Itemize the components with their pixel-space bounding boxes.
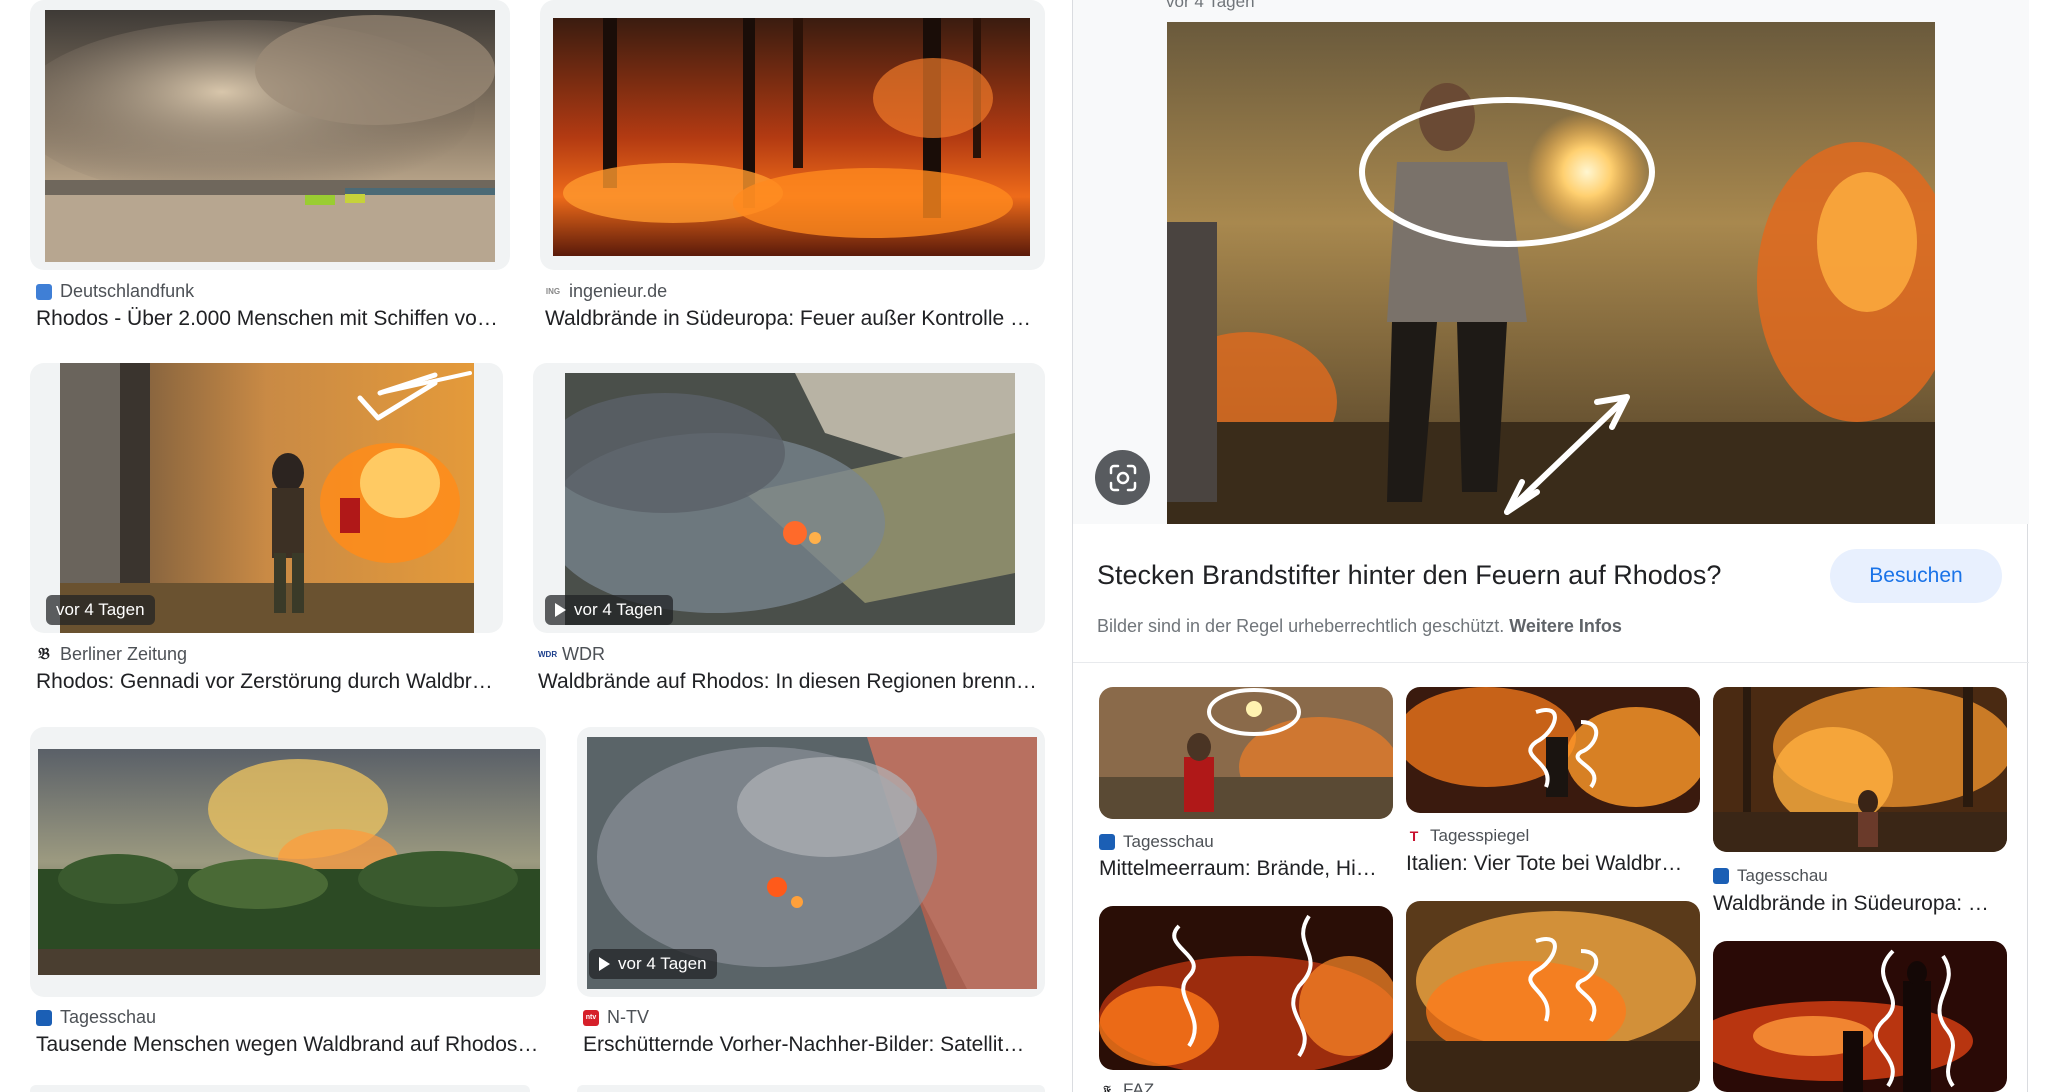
result-image-2[interactable] <box>553 18 1030 256</box>
result-card-6[interactable]: vor 4 Tagen <box>577 727 1045 997</box>
tagesschau-icon <box>1099 834 1115 850</box>
result-caption-6[interactable]: Erschütternde Vorher-Nachher-Bilder: Sat… <box>583 1033 1043 1057</box>
result-source-1[interactable]: Deutschlandfunk <box>36 281 194 302</box>
result-source-6[interactable]: ntv N-TV <box>583 1007 649 1028</box>
result-source-5[interactable]: Tagesschau <box>36 1007 156 1028</box>
result-source-4[interactable]: WDR WDR <box>538 644 605 665</box>
tagesschau-icon <box>36 1009 52 1026</box>
result-card-5[interactable] <box>30 727 546 997</box>
result-caption-4[interactable]: Waldbrände auf Rhodos: In diesen Regione… <box>538 670 1038 694</box>
tagesspiegel-icon: T <box>1406 828 1422 844</box>
related-image-4[interactable] <box>1099 906 1393 1070</box>
related-source-3[interactable]: Tagesschau <box>1713 866 1828 886</box>
deutschlandfunk-icon <box>36 283 52 300</box>
preview-date: vor 4 Tagen <box>1166 0 1255 11</box>
result-image-5[interactable] <box>38 749 540 975</box>
berliner-zeitung-icon: 𝔅 <box>36 646 52 663</box>
related-image-6[interactable] <box>1713 941 2007 1092</box>
result-source-3[interactable]: 𝔅 Berliner Zeitung <box>36 644 187 665</box>
ntv-icon: ntv <box>583 1009 599 1026</box>
result-card-1[interactable] <box>30 0 510 270</box>
result-caption-3[interactable]: Rhodos: Gennadi vor Zerstörung durch Wal… <box>36 670 506 694</box>
result-image-4[interactable] <box>565 373 1015 625</box>
result-caption-2[interactable]: Waldbrände in Südeuropa: Feuer außer Kon… <box>545 307 1035 331</box>
video-badge: vor 4 Tagen <box>589 949 717 979</box>
result-card-3[interactable]: vor 4 Tagen <box>30 363 503 633</box>
related-caption-2[interactable]: Italien: Vier Tote bei Waldbr… <box>1406 852 1700 876</box>
result-source-2[interactable]: ING ingenieur.de <box>545 281 667 302</box>
copyright-notice: Bilder sind in der Regel urheberrechtlic… <box>1097 616 1622 636</box>
more-info-link[interactable]: Weitere Infos <box>1509 616 1622 636</box>
window-edge <box>2030 0 2048 1092</box>
play-icon <box>599 957 610 971</box>
preview-panel: vor 4 Tagen Stecken Brandstifter hinter … <box>1072 0 2029 1092</box>
result-card-7-edge <box>30 1085 530 1092</box>
divider <box>1073 662 2029 663</box>
google-lens-button[interactable] <box>1095 450 1150 505</box>
preview-title[interactable]: Stecken Brandstifter hinter den Feuern a… <box>1097 560 1721 591</box>
result-caption-1[interactable]: Rhodos - Über 2.000 Menschen mit Schiffe… <box>36 307 506 331</box>
related-image-3[interactable] <box>1713 687 2007 852</box>
result-caption-5[interactable]: Tausende Menschen wegen Waldbrand auf Rh… <box>36 1033 546 1057</box>
tagesschau-icon <box>1713 868 1729 884</box>
related-image-1[interactable] <box>1099 687 1393 819</box>
result-card-4[interactable]: vor 4 Tagen <box>533 363 1045 633</box>
related-source-4[interactable]: 𝔉 FAZ <box>1099 1080 1154 1092</box>
related-source-2[interactable]: T Tagesspiegel <box>1406 826 1529 846</box>
result-image-3[interactable] <box>60 363 474 633</box>
related-image-5[interactable] <box>1406 901 1700 1092</box>
lens-icon <box>1109 464 1136 491</box>
related-image-2[interactable] <box>1406 687 1700 813</box>
result-card-2[interactable] <box>540 0 1045 270</box>
visit-button[interactable]: Besuchen <box>1830 549 2002 603</box>
related-source-1[interactable]: Tagesschau <box>1099 832 1214 852</box>
wdr-icon: WDR <box>538 646 557 663</box>
preview-image[interactable] <box>1167 22 1935 524</box>
faz-icon: 𝔉 <box>1099 1082 1115 1092</box>
related-caption-3[interactable]: Waldbrände in Südeuropa: … <box>1713 892 2007 916</box>
play-icon <box>555 603 566 617</box>
video-badge: vor 4 Tagen <box>545 595 673 625</box>
result-image-1[interactable] <box>45 10 495 262</box>
time-badge: vor 4 Tagen <box>46 595 155 625</box>
result-card-8-edge <box>577 1085 1045 1092</box>
related-caption-1[interactable]: Mittelmeerraum: Brände, Hi… <box>1099 857 1393 881</box>
ingenieur-icon: ING <box>545 283 561 300</box>
